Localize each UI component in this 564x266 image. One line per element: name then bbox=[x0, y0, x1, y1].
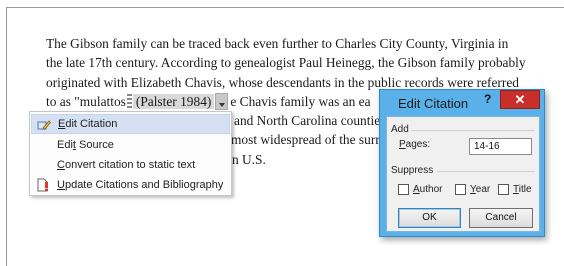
year-checkbox[interactable]: Year bbox=[455, 184, 490, 195]
pages-input[interactable] bbox=[469, 138, 532, 155]
dialog-title: Edit Citation bbox=[398, 96, 469, 111]
edit-citation-dialog: Edit Citation ? ✕ Add Pages: Suppress Au… bbox=[379, 89, 545, 237]
title-checkbox-label: Title bbox=[513, 184, 532, 195]
suppress-group-label: Suppress bbox=[391, 165, 434, 176]
title-checkbox-box[interactable] bbox=[498, 184, 509, 195]
menu-label-edit-citation: Edit Citation bbox=[58, 118, 118, 130]
cancel-button[interactable]: Cancel bbox=[469, 208, 533, 228]
citation-context-menu: Edit Citation Edit Source Convert citati… bbox=[29, 111, 232, 196]
doc-line-2: the late 17th century. According to gene… bbox=[46, 55, 526, 71]
menu-item-edit-source[interactable]: Edit Source bbox=[31, 135, 230, 155]
menu-label-edit-source: Edit Source bbox=[57, 139, 114, 151]
dialog-body: Add Pages: Suppress Author Year Title OK… bbox=[386, 116, 540, 232]
update-bibliography-icon bbox=[36, 178, 50, 192]
doc-line-4-end: e Chavis family was an ea bbox=[230, 93, 371, 109]
ok-button[interactable]: OK bbox=[398, 208, 461, 228]
citation-handle[interactable] bbox=[126, 93, 132, 108]
add-group-label: Add bbox=[391, 124, 409, 135]
doc-line-1: The Gibson family can be traced back eve… bbox=[46, 36, 509, 51]
year-checkbox-label: Year bbox=[470, 184, 491, 195]
menu-item-update-citations[interactable]: Update Citations and Bibliography bbox=[31, 175, 230, 195]
suppress-group-divider bbox=[437, 171, 535, 172]
menu-label-convert-static: Convert citation to static text bbox=[57, 159, 196, 171]
year-checkbox-box[interactable] bbox=[455, 184, 466, 195]
title-checkbox[interactable]: Title bbox=[498, 184, 532, 195]
pages-label: Pages: bbox=[399, 139, 431, 150]
edit-citation-icon bbox=[37, 118, 52, 132]
citation-field[interactable]: (Palster 1984) bbox=[132, 93, 215, 109]
menu-item-convert-static[interactable]: Convert citation to static text bbox=[31, 155, 230, 175]
add-group-divider bbox=[411, 130, 535, 131]
citation-options-arrow[interactable] bbox=[215, 92, 229, 110]
menu-label-update-citations: Update Citations and Bibliography bbox=[57, 179, 224, 191]
close-button[interactable]: ✕ bbox=[500, 90, 540, 109]
author-checkbox[interactable]: Author bbox=[398, 184, 442, 195]
author-checkbox-label: Author bbox=[413, 184, 443, 195]
help-button[interactable]: ? bbox=[484, 92, 491, 106]
author-checkbox-box[interactable] bbox=[398, 184, 409, 195]
doc-line-4-start: to as "mulattos bbox=[46, 93, 126, 109]
menu-item-edit-citation[interactable]: Edit Citation bbox=[31, 114, 230, 134]
